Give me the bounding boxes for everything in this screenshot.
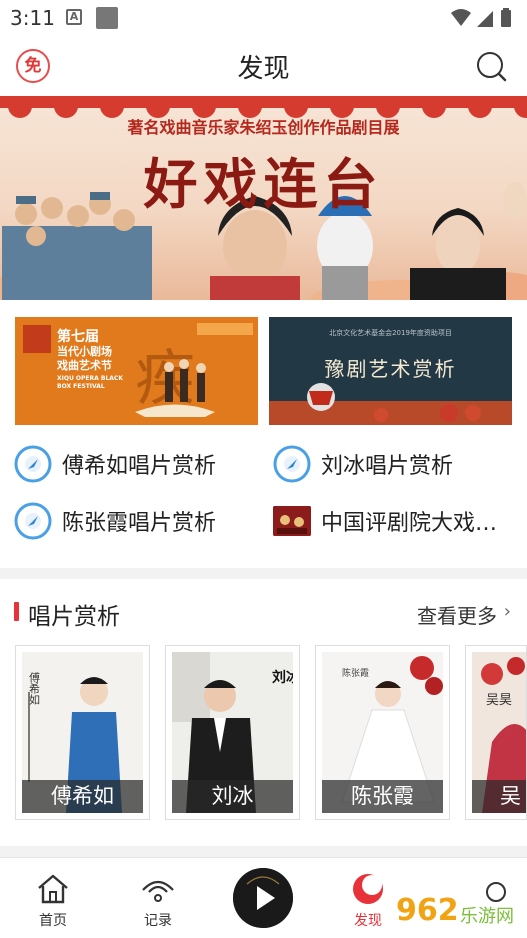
yuju-title: 豫剧艺术赏析: [324, 357, 457, 381]
chevron-right-icon[interactable]: ›: [504, 601, 511, 622]
svg-text:962: 962: [396, 893, 459, 928]
battery-icon: [501, 10, 511, 27]
svg-text:刘冰: 刘冰: [272, 669, 293, 686]
tab-label: 记录: [144, 913, 172, 929]
section-accent-bar: [14, 602, 19, 621]
promo-banner[interactable]: 著名戏曲音乐家朱绍玉创作作品剧目展 好戏连台: [0, 96, 527, 300]
search-icon: [477, 52, 507, 82]
album-name: 刘冰: [172, 780, 293, 813]
tab-label: 发现: [354, 913, 382, 929]
play-icon: [233, 868, 293, 928]
tab-history[interactable]: 记录: [128, 870, 188, 932]
link-pingju-theater[interactable]: 中国评剧院大戏…: [273, 501, 497, 541]
album-card[interactable]: 陈张霞 陈张霞: [315, 645, 450, 820]
feature-card-yuju[interactable]: 北京文化艺术基金会2019年度资助项目 豫剧艺术赏析: [269, 317, 512, 425]
signal-icon: [477, 11, 493, 27]
festival-title: 第七届 当代小剧场 戏曲艺术节 XIQU OPERA BLACK BOX FES…: [57, 329, 123, 390]
album-name: 吴昊: [472, 780, 526, 813]
status-bar: 3:11 A: [0, 0, 527, 36]
link-chen-zhangxia[interactable]: 陈张霞唱片赏析: [14, 501, 216, 541]
watermark-logo: 962 乐游网: [390, 882, 525, 934]
notification-square-icon: [96, 7, 118, 29]
svg-text:陈张霞: 陈张霞: [342, 667, 369, 679]
link-liu-bing[interactable]: 刘冰唱片赏析: [273, 444, 453, 484]
discover-icon: [353, 874, 383, 904]
section-divider: [0, 568, 527, 579]
section-title: 唱片赏析: [28, 604, 120, 630]
see-more-link[interactable]: 查看更多: [417, 600, 497, 629]
play-button[interactable]: [233, 868, 293, 928]
search-button[interactable]: [475, 50, 507, 82]
link-label: 陈张霞唱片赏析: [62, 511, 217, 536]
link-label: 中国评剧院大戏…: [321, 511, 498, 536]
svg-text:傅希如: 傅希如: [28, 671, 41, 706]
wifi-icon: [451, 9, 471, 26]
svg-text:乐游网: 乐游网: [460, 906, 514, 927]
link-fu-xiru[interactable]: 傅希如唱片赏析: [14, 444, 216, 484]
header: 免 发现: [0, 36, 527, 96]
tab-home[interactable]: 首页: [23, 870, 83, 932]
disc-icon: [14, 502, 52, 540]
banner-title: 好戏连台: [143, 152, 384, 216]
album-card[interactable]: 傅希如 傅希如: [15, 645, 150, 820]
link-label: 刘冰唱片赏析: [321, 454, 454, 479]
album-name: 傅希如: [22, 780, 143, 813]
home-icon: [38, 874, 68, 904]
notification-a-icon: A: [66, 9, 82, 25]
album-card[interactable]: 吴昊 吴昊: [465, 645, 527, 820]
status-icons: [449, 7, 517, 33]
disc-icon: [273, 445, 311, 483]
album-name: 陈张霞: [322, 780, 443, 813]
history-icon: [142, 880, 174, 902]
yuju-header: 北京文化艺术基金会2019年度资助项目: [329, 329, 452, 337]
banner-subtitle: 著名戏曲音乐家朱绍玉创作作品剧目展: [127, 118, 400, 137]
pingju-thumbnail: [273, 506, 311, 536]
tab-discover[interactable]: 发现: [338, 870, 398, 932]
album-card[interactable]: 刘冰 刘冰: [165, 645, 300, 820]
page-title: 发现: [237, 54, 290, 84]
status-time: 3:11: [10, 6, 55, 30]
link-label: 傅希如唱片赏析: [62, 454, 217, 479]
disc-icon: [14, 445, 52, 483]
tab-label: 首页: [39, 913, 67, 929]
feature-card-festival[interactable]: 疾 第七届 当代小剧场 戏曲艺术节 XIQU OPERA BLACK BOX F…: [15, 317, 258, 425]
svg-text:吴昊: 吴昊: [486, 693, 512, 708]
